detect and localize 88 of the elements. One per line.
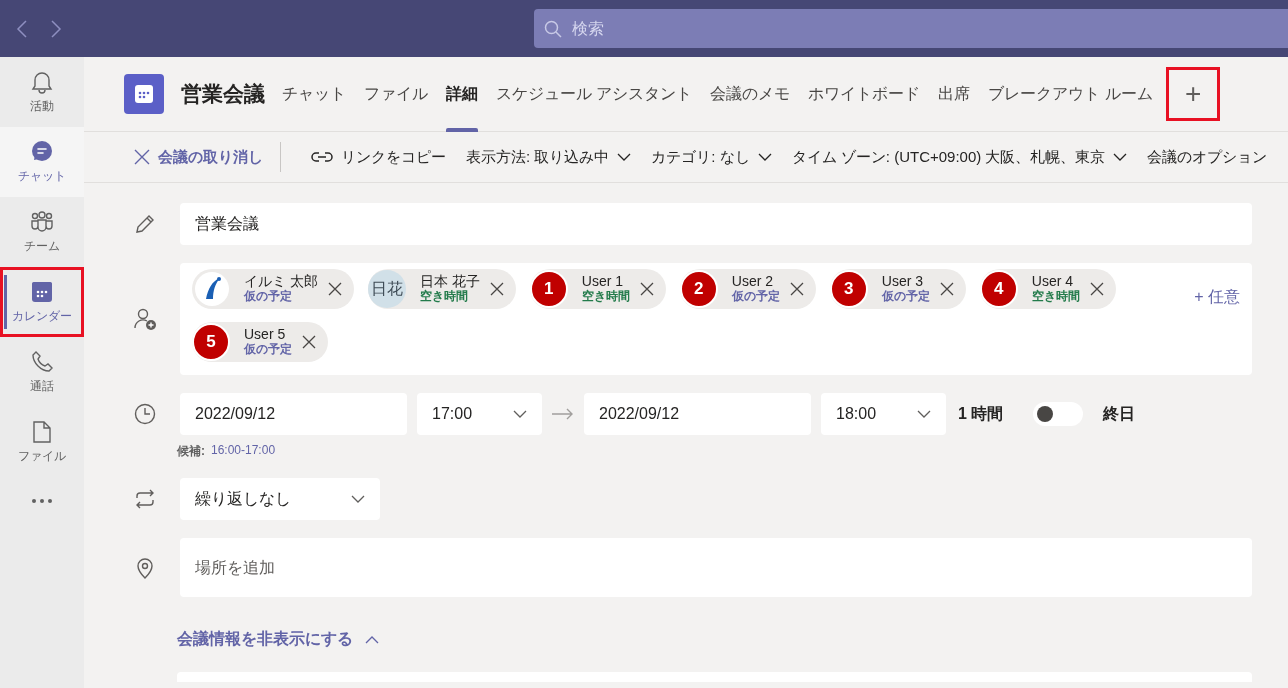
suggested-time-link[interactable]: 16:00-17:00 [211, 443, 276, 460]
title-field[interactable]: 営業会議 [180, 203, 1252, 245]
number-avatar: 5 [192, 323, 230, 361]
attendee-name: User 4 [1031, 274, 1074, 289]
rail-item[interactable]: 通話 [0, 337, 84, 407]
calendar-icon [30, 279, 54, 304]
attendee-name: 日本 花子 [419, 274, 480, 289]
tab[interactable]: + [1165, 67, 1221, 121]
rail-item[interactable]: チーム [0, 197, 84, 267]
end-date-field[interactable]: 2022/09/12 [584, 393, 811, 435]
link-icon [311, 151, 333, 163]
attendee-name: User 1 [581, 274, 624, 289]
attendee-name: イルミ 太郎 [244, 274, 318, 289]
tab[interactable]: 会議のメモ [701, 57, 800, 132]
rail-item[interactable]: 活動 [0, 57, 84, 127]
number-avatar: 3 [829, 270, 868, 308]
duration-text: 1 時間 [958, 403, 1004, 424]
start-time-dropdown[interactable]: 17:00 [417, 393, 542, 435]
chevron-down-icon [617, 153, 632, 161]
initials-avatar: 日花 [367, 270, 406, 308]
rail-item[interactable]: チャット [0, 127, 84, 197]
calendar-icon [124, 74, 164, 114]
chevron-down-icon [351, 495, 365, 503]
tab[interactable]: ホワイトボード [799, 57, 930, 132]
suggestion-label: 候補: [177, 443, 205, 460]
attendee-status: 仮の予定 [731, 289, 780, 304]
attendee-status: 仮の予定 [244, 342, 292, 357]
attendee-status: 仮の予定 [881, 289, 930, 304]
tab[interactable]: 詳細 [437, 57, 487, 132]
attendee-name: User 5 [244, 327, 287, 342]
rail-item[interactable]: ファイル [0, 407, 84, 477]
document-icon [30, 419, 54, 444]
attendee-status: 空き時間 [581, 289, 630, 304]
repeat-icon [133, 487, 157, 511]
toolbar-button[interactable]: 会議のオプション [1147, 147, 1268, 167]
toolbar-button[interactable]: 会議の取り消し [134, 147, 263, 167]
attendee-field[interactable]: イルミ 太郎 仮の予定 日花 日本 花子 空き時間 1 User 1 空き時間 2 User 2 仮の予定 3 User 3 仮の予定 4 User 4 空き時間 5 User 5 仮の予定 + 任意 [180, 263, 1252, 375]
attendee-status: 仮の予定 [244, 289, 293, 304]
chevron-down-icon [513, 410, 527, 418]
search-icon [544, 20, 562, 38]
tab[interactable]: ファイル [355, 57, 437, 132]
close-icon[interactable] [639, 282, 654, 296]
tab[interactable]: ブレークアウト ルーム [979, 57, 1162, 132]
attendee-status: 空き時間 [419, 289, 469, 304]
attendee-status: 空き時間 [1031, 289, 1080, 304]
optional-attendee-link[interactable]: + 任意 [1194, 287, 1240, 308]
close-icon[interactable] [789, 282, 804, 296]
dropdown-button[interactable]: 表示方法: 取り込み中 [466, 147, 632, 167]
close-icon[interactable] [1089, 282, 1104, 296]
chevron-down-icon [1113, 153, 1128, 161]
meeting-title: 営業会議 [181, 81, 265, 107]
search-field[interactable]: 検索 [534, 9, 1288, 48]
attendee-name: User 2 [731, 274, 774, 289]
arrow-right-icon [552, 408, 574, 420]
end-time-dropdown[interactable]: 18:00 [821, 393, 946, 435]
tab[interactable]: チャット [273, 57, 355, 132]
tab[interactable]: 出席 [929, 57, 980, 132]
bell-icon [30, 69, 54, 94]
attendee-name: User 3 [881, 274, 924, 289]
toolbar-button[interactable]: リンクをコピー [311, 147, 446, 167]
number-avatar: 4 [979, 270, 1018, 308]
add-person-icon [133, 307, 157, 331]
all-day-toggle[interactable] [1033, 402, 1084, 426]
close-icon[interactable] [327, 282, 342, 296]
start-date-field[interactable]: 2022/09/12 [180, 393, 407, 435]
location-field[interactable]: 場所を追加 [180, 538, 1252, 597]
hide-details-link[interactable]: 会議情報を非表示にする [177, 629, 1252, 650]
close-icon[interactable] [302, 335, 316, 349]
more-icon[interactable] [31, 498, 53, 504]
all-day-label: 終日 [1103, 403, 1136, 424]
clock-icon [133, 402, 157, 426]
chat-bubble-icon [30, 139, 54, 164]
dropdown-button[interactable]: カテゴリ: なし [651, 147, 772, 167]
rail-item[interactable]: カレンダー [0, 267, 84, 337]
phone-icon [30, 349, 54, 374]
recurrence-dropdown[interactable]: 繰り返しなし [180, 478, 380, 520]
number-avatar: 1 [529, 270, 568, 308]
number-avatar: 2 [679, 270, 718, 308]
chevron-down-icon [757, 153, 772, 161]
logo-avatar-icon [194, 271, 230, 307]
close-icon[interactable] [939, 282, 954, 296]
chevron-down-icon [917, 410, 931, 418]
close-icon[interactable] [489, 282, 504, 296]
tab[interactable]: スケジュール アシスタント [487, 57, 702, 132]
dropdown-button[interactable]: タイム ゾーン: (UTC+09:00) 大阪、札幌、東京 [791, 147, 1128, 167]
close-icon [134, 149, 150, 165]
chevron-up-icon [365, 635, 379, 644]
people-icon [30, 209, 54, 234]
